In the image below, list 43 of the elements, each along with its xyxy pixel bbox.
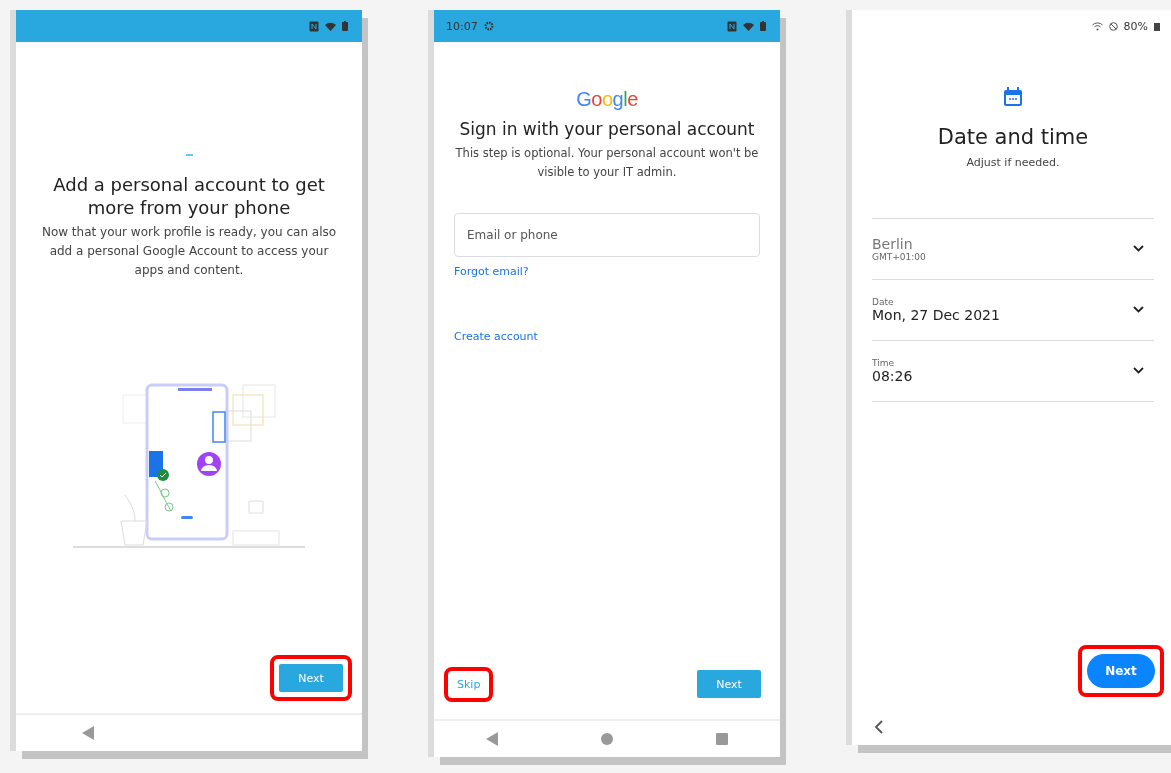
- row-value: 08:26: [872, 367, 914, 384]
- screen-description: Adjust if needed.: [966, 155, 1060, 172]
- calendar-icon: [1002, 86, 1024, 108]
- nfc-icon: [727, 20, 737, 32]
- forgot-email-link[interactable]: Forgot email?: [454, 265, 529, 279]
- setting-row[interactable]: Berlin GMT+01:00: [872, 218, 1154, 280]
- screen-description: This step is optional. Your personal account won't be visible to your IT admin.: [454, 145, 760, 181]
- row-value: Berlin: [872, 235, 914, 252]
- do-not-disturb-icon: [1108, 21, 1118, 31]
- home-icon[interactable]: [601, 733, 613, 745]
- progress-dash: [185, 154, 193, 156]
- next-button[interactable]: Next: [697, 670, 761, 698]
- nfc-icon: [309, 20, 319, 32]
- setting-row[interactable]: Date Mon, 27 Dec 2021: [872, 279, 1154, 341]
- wifi-icon: [743, 21, 754, 31]
- row-detail: GMT+01:00: [872, 251, 927, 262]
- battery-level: 80%: [1123, 19, 1148, 33]
- next-button[interactable]: Next: [1087, 654, 1155, 688]
- status-time: 10:07: [446, 19, 478, 33]
- screen-title: Sign in with your personal account: [459, 119, 755, 141]
- gear-icon: [483, 21, 494, 31]
- wifi-icon: [1091, 21, 1103, 31]
- create-account-link[interactable]: Create account: [454, 330, 538, 344]
- next-button[interactable]: Next: [279, 664, 343, 692]
- skip-button[interactable]: Skip: [453, 675, 485, 693]
- google-logo: Google: [576, 88, 638, 111]
- screen-title: Add a personal account to get more from your phone: [52, 174, 326, 219]
- row-value: Mon, 27 Dec 2021: [872, 306, 1001, 323]
- chevron-down-icon: [1133, 245, 1144, 253]
- wifi-icon: [325, 21, 336, 31]
- chevron-down-icon: [1133, 367, 1144, 375]
- row-label: Date: [872, 296, 895, 307]
- back-icon[interactable]: [874, 720, 883, 734]
- screen-title: Date and time: [937, 124, 1089, 151]
- screen-description: Now that your work profile is ready, you can also add a personal Google Account to access your apps and content.: [40, 224, 338, 280]
- chevron-down-icon: [1133, 306, 1144, 314]
- recents-icon[interactable]: [716, 733, 729, 745]
- setting-row[interactable]: Time 08:26: [872, 340, 1154, 402]
- email-input-field[interactable]: Email or phone: [454, 213, 760, 258]
- battery-icon: [760, 21, 766, 31]
- row-label: Time: [872, 357, 896, 368]
- battery-icon: [1154, 21, 1160, 31]
- battery-icon: [342, 21, 348, 31]
